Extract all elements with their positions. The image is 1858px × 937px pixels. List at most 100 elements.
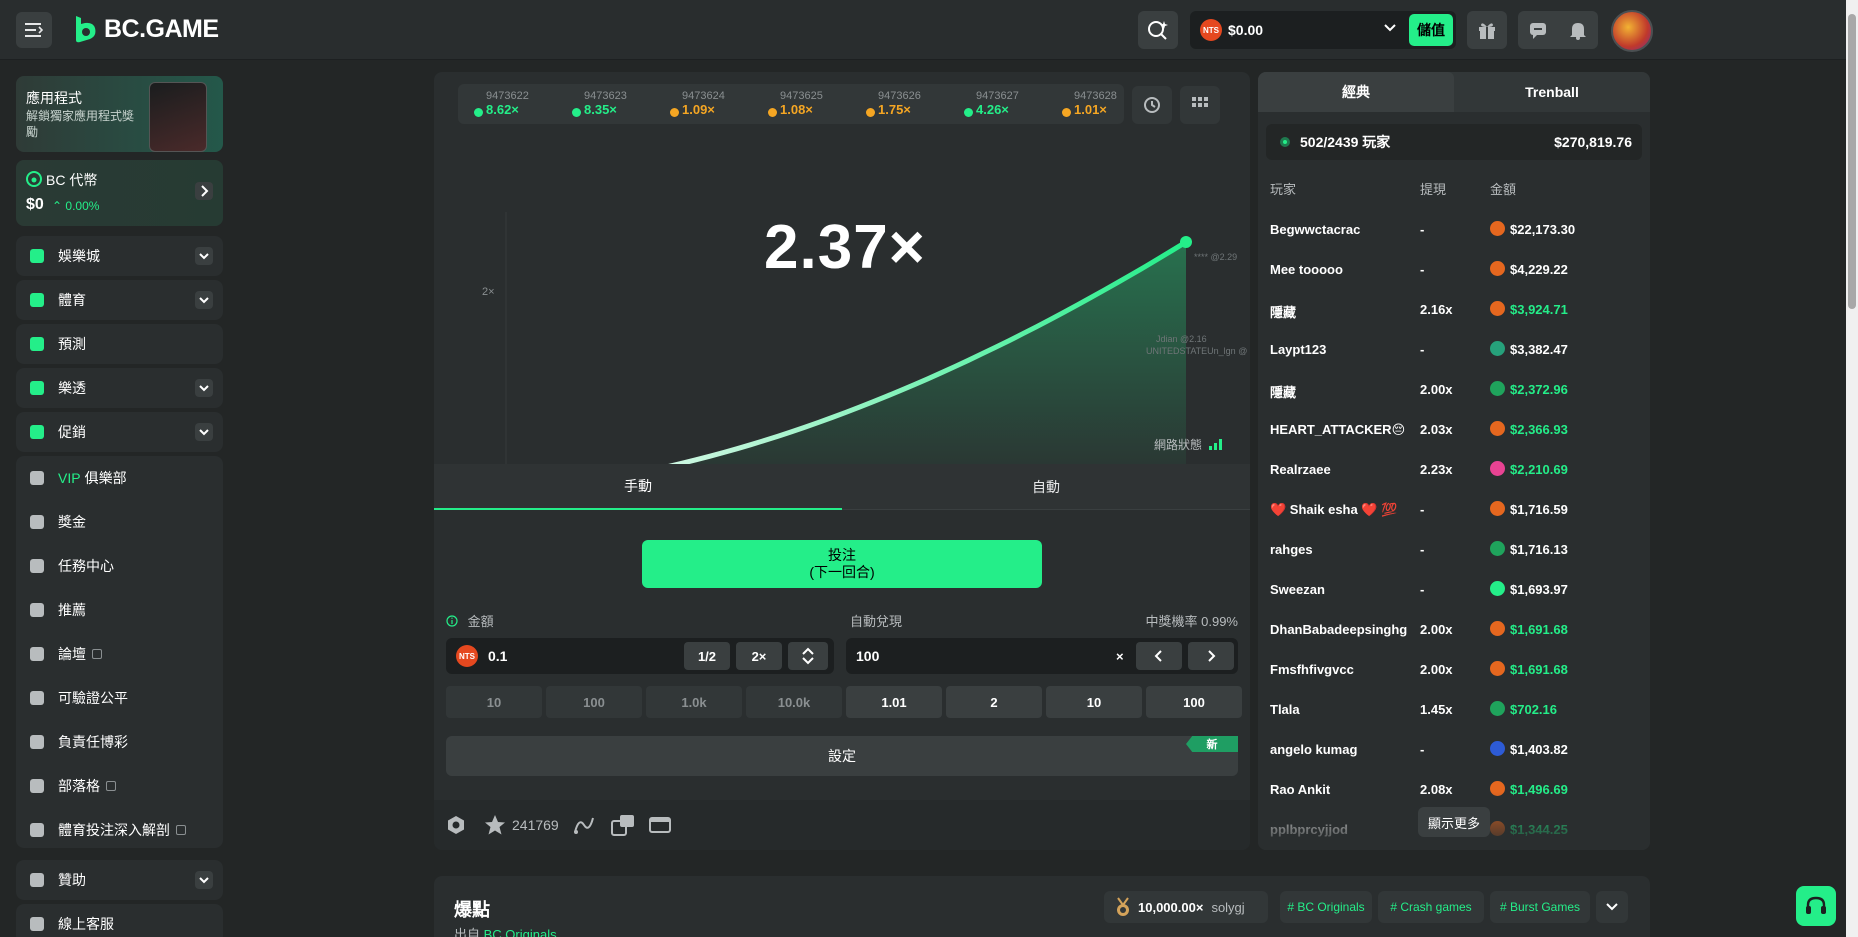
menu-toggle-button[interactable]: [16, 12, 52, 48]
player-name[interactable]: Realrzaee: [1270, 462, 1416, 477]
player-name[interactable]: HEART_ATTACKER😔: [1270, 422, 1416, 438]
amount-preset-button[interactable]: 10.0k: [746, 686, 842, 718]
cashout-increase-button[interactable]: [1188, 642, 1234, 670]
amount-slider-button[interactable]: [788, 642, 828, 670]
sidebar-item-crown[interactable]: VIP 俱樂部: [16, 456, 223, 500]
place-bet-button[interactable]: 投注 (下一回合): [642, 540, 1042, 588]
history-item[interactable]: 9473626 1.75×: [864, 90, 944, 117]
player-name[interactable]: 隱藏: [1270, 302, 1416, 321]
sidebar-item-blog[interactable]: 部落格: [16, 764, 223, 808]
live-support-button[interactable]: [1796, 886, 1836, 926]
auto-cashout-input[interactable]: 100 ×: [846, 638, 1238, 674]
info-icon[interactable]: [446, 615, 458, 627]
game-tag[interactable]: # BC Originals: [1280, 891, 1372, 923]
sidebar-item-fairness[interactable]: 可驗證公平: [16, 676, 223, 720]
bell-icon[interactable]: [1568, 20, 1588, 40]
deposit-button[interactable]: 儲值: [1409, 14, 1453, 46]
top-win-badge[interactable]: 10,000.00× solygj: [1104, 891, 1268, 923]
page-scrollbar[interactable]: [1846, 0, 1858, 937]
game-tag[interactable]: # Burst Games: [1490, 891, 1590, 923]
sidebar-item-sponsor[interactable]: 贊助: [16, 860, 223, 900]
history-item[interactable]: 9473623 8.35×: [570, 90, 650, 117]
amount-preset-button[interactable]: 10: [446, 686, 542, 718]
expand-button[interactable]: [195, 423, 213, 441]
player-name[interactable]: Mee tooooo: [1270, 262, 1416, 277]
player-name[interactable]: Sweezan: [1270, 582, 1416, 597]
bc-token-arrow-button[interactable]: [195, 182, 213, 200]
amount-label-group: 金額: [446, 611, 494, 630]
history-item[interactable]: 9473627 4.26×: [962, 90, 1042, 117]
tab-manual[interactable]: 手動: [434, 464, 842, 510]
player-row: 隱藏 2.00x $2,372.96: [1258, 370, 1650, 410]
history-button[interactable]: [1132, 86, 1172, 124]
cashout-decrease-button[interactable]: [1136, 642, 1182, 670]
amount-preset-button[interactable]: 1.0k: [646, 686, 742, 718]
wallet-selector[interactable]: NTS $0.00 儲值: [1190, 11, 1456, 49]
round-id: 9473628: [1074, 90, 1117, 102]
hexagon-settings-icon[interactable]: [446, 815, 466, 835]
sidebar-item-sports[interactable]: 體育: [16, 280, 223, 320]
bc-token-card[interactable]: BC 代幣 $0 ⌃ 0.00%: [16, 160, 223, 226]
multiplier-head-dot: [1180, 236, 1192, 248]
history-item[interactable]: 9473624 1.09×: [668, 90, 748, 117]
player-name[interactable]: Fmsfhfivgvcc: [1270, 662, 1416, 677]
sidebar-item-gift[interactable]: 獎金: [16, 500, 223, 544]
sidebar-item-support[interactable]: 線上客服: [16, 904, 223, 937]
tab-trenball[interactable]: Trenball: [1454, 72, 1650, 112]
sidebar-item-referral[interactable]: 推薦: [16, 588, 223, 632]
bet-amount-input[interactable]: NTS 0.1 1/2 2×: [446, 638, 834, 674]
player-name[interactable]: DhanBabadeepsinghg: [1270, 622, 1416, 637]
tab-classic[interactable]: 經典: [1258, 72, 1454, 112]
expand-button[interactable]: [195, 291, 213, 309]
app-promo-card[interactable]: 應用程式 解鎖獨家應用程式獎勵: [16, 76, 223, 152]
sidebar-item-quest[interactable]: 任務中心: [16, 544, 223, 588]
player-name[interactable]: ❤️ Shaik esha ❤️ 💯: [1270, 502, 1416, 518]
star-icon[interactable]: [484, 814, 506, 836]
double-button[interactable]: 2×: [736, 642, 782, 670]
user-avatar[interactable]: [1611, 10, 1653, 52]
sidebar-item-forum[interactable]: 論壇: [16, 632, 223, 676]
show-more-button[interactable]: 顯示更多: [1418, 807, 1490, 837]
sidebar-item-insight[interactable]: 體育投注深入解剖: [16, 808, 223, 852]
cashout-preset-button[interactable]: 1.01: [846, 686, 942, 718]
chevron-down-icon: [199, 297, 209, 304]
theater-mode-icon[interactable]: [648, 816, 671, 834]
player-name[interactable]: Begwwctacrac: [1270, 222, 1416, 237]
curve-chart-icon[interactable]: [573, 815, 595, 835]
game-source-link[interactable]: BC Originals: [484, 927, 557, 937]
settings-button[interactable]: 設定 新: [446, 736, 1238, 776]
gift-button[interactable]: [1467, 11, 1507, 49]
expand-button[interactable]: [195, 871, 213, 889]
history-item[interactable]: 9473628 1.01×: [1060, 90, 1140, 117]
half-button[interactable]: 1/2: [684, 642, 730, 670]
player-name[interactable]: 隱藏: [1270, 382, 1416, 401]
crown-icon-glyph: [30, 471, 44, 485]
history-item[interactable]: 9473622 8.62×: [472, 90, 552, 117]
scrollbar-thumb[interactable]: [1848, 14, 1856, 309]
player-cashout: -: [1420, 342, 1425, 357]
tab-auto[interactable]: 自動: [842, 464, 1250, 510]
player-name[interactable]: rahges: [1270, 542, 1416, 557]
player-name[interactable]: Tlala: [1270, 702, 1416, 717]
expand-button[interactable]: [195, 247, 213, 265]
grid-view-button[interactable]: [1180, 86, 1220, 124]
cashout-preset-button[interactable]: 100: [1146, 686, 1242, 718]
popout-window-icon[interactable]: [610, 814, 635, 836]
history-item[interactable]: 9473625 1.08×: [766, 90, 846, 117]
sidebar-item-lottery[interactable]: 樂透: [16, 368, 223, 408]
sidebar-item-prediction[interactable]: 預測: [16, 324, 223, 364]
player-name[interactable]: angelo kumag: [1270, 742, 1416, 757]
sidebar-item-promotion[interactable]: 促銷: [16, 412, 223, 452]
cashout-preset-button[interactable]: 10: [1046, 686, 1142, 718]
sidebar-item-responsible[interactable]: 負責任博彩: [16, 720, 223, 764]
expand-info-button[interactable]: [1596, 891, 1628, 923]
player-name[interactable]: Laypt123: [1270, 342, 1416, 357]
expand-button[interactable]: [195, 379, 213, 397]
search-button[interactable]: [1138, 11, 1178, 49]
sidebar-item-casino[interactable]: 娛樂城: [16, 236, 223, 276]
game-tag[interactable]: # Crash games: [1378, 891, 1484, 923]
bc-game-logo[interactable]: BC.GAME: [70, 14, 219, 44]
cashout-preset-button[interactable]: 2: [946, 686, 1042, 718]
amount-preset-button[interactable]: 100: [546, 686, 642, 718]
chat-icon[interactable]: [1528, 20, 1548, 40]
